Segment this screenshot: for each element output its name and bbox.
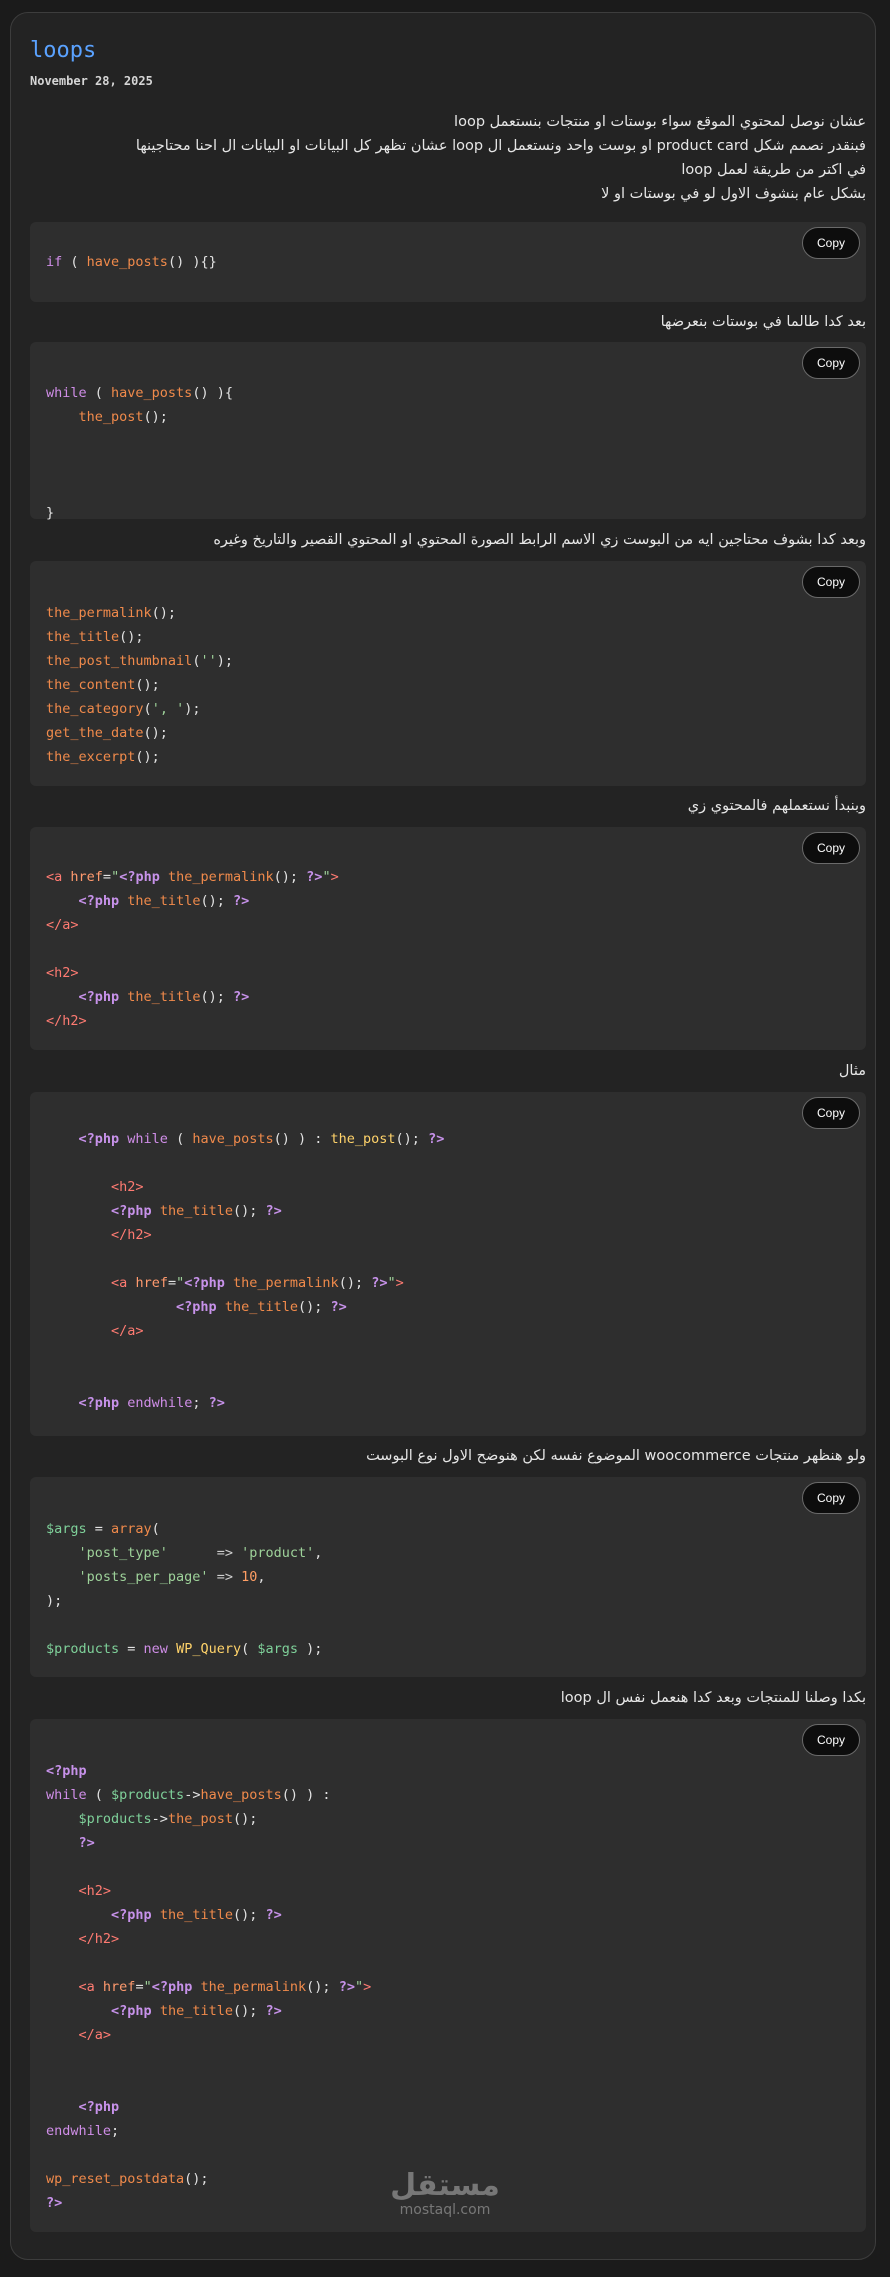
paragraph: مثال	[46, 1059, 866, 1083]
code-block-5: Copy <?php while ( have_posts() ) : the_…	[30, 1092, 866, 1436]
paragraph-text: ولو هنظهر منتجات woocommerce الموضوع نفس…	[366, 1448, 866, 1464]
code-snippet: <?php while ( $products->have_posts() ) …	[46, 1763, 372, 2211]
code-block-7: Copy <?php while ( $products->have_posts…	[30, 1719, 866, 2232]
paragraph-text: بعد كدا طالما في بوستات بنعرضها	[660, 314, 866, 330]
code-snippet: the_permalink(); the_title(); the_post_t…	[46, 605, 233, 765]
intro-paragraph: عشان نوصل لمحتوي الموقع سواء بوستات او م…	[46, 110, 866, 206]
paragraph: وبنبدأ نستعملهم فالمحتوي زي	[46, 794, 866, 818]
intro-line: في اكتر من طريقة لعمل loop	[681, 162, 866, 178]
code-snippet: <a href="<?php the_permalink(); ?>"> <?p…	[46, 869, 339, 1029]
code-snippet: $args = array( 'post_type' => 'product',…	[46, 1521, 323, 1657]
paragraph: بعد كدا طالما في بوستات بنعرضها	[46, 310, 866, 334]
paragraph-text: وبعد كدا بشوف محتاجين ايه من البوست زي ا…	[213, 532, 866, 548]
code-block-6: Copy $args = array( 'post_type' => 'prod…	[30, 1477, 866, 1677]
paragraph-text: بكدا وصلنا للمنتجات وبعد كدا هنعمل نفس ا…	[560, 1690, 866, 1706]
copy-button[interactable]: Copy	[801, 1724, 860, 1756]
paragraph: ولو هنظهر منتجات woocommerce الموضوع نفس…	[46, 1444, 866, 1468]
copy-button[interactable]: Copy	[801, 1482, 860, 1514]
code-snippet: while ( have_posts() ){ the_post(); }	[46, 385, 233, 521]
intro-line: عشان نوصل لمحتوي الموقع سواء بوستات او م…	[454, 114, 866, 130]
copy-button[interactable]: Copy	[801, 1097, 860, 1129]
paragraph: وبعد كدا بشوف محتاجين ايه من البوست زي ا…	[46, 528, 866, 552]
mostaql-watermark-logo: مستقل mostaql.com	[390, 2168, 500, 2219]
paragraph-text: مثال	[838, 1063, 866, 1079]
watermark-latin: mostaql.com	[399, 2202, 491, 2218]
code-block-2: Copy while ( have_posts() ){ the_post();…	[30, 342, 866, 521]
intro-line: بشكل عام بنشوف الاول لو في بوستات او لا	[601, 186, 866, 202]
copy-button[interactable]: Copy	[801, 832, 860, 864]
copy-button[interactable]: Copy	[801, 347, 860, 379]
watermark-arabic: مستقل	[390, 2168, 500, 2203]
copy-button[interactable]: Copy	[801, 566, 860, 598]
code-block-3: Copy the_permalink(); the_title(); the_p…	[30, 561, 866, 786]
code-block-1: Copy if ( have_posts() ){}	[30, 222, 866, 302]
code-snippet: <?php while ( have_posts() ) : the_post(…	[78, 1131, 445, 1411]
copy-button[interactable]: Copy	[801, 227, 860, 259]
post-date: November 28, 2025	[30, 74, 153, 88]
intro-line: فبنقدر نصمم شكل product card او بوست واح…	[135, 138, 866, 154]
paragraph: بكدا وصلنا للمنتجات وبعد كدا هنعمل نفس ا…	[46, 1686, 866, 1710]
code-snippet: if ( have_posts() ){}	[46, 254, 217, 270]
paragraph-text: وبنبدأ نستعملهم فالمحتوي زي	[687, 798, 866, 814]
post-title: loops	[30, 38, 97, 63]
code-block-4: Copy <a href="<?php the_permalink(); ?>"…	[30, 827, 866, 1050]
